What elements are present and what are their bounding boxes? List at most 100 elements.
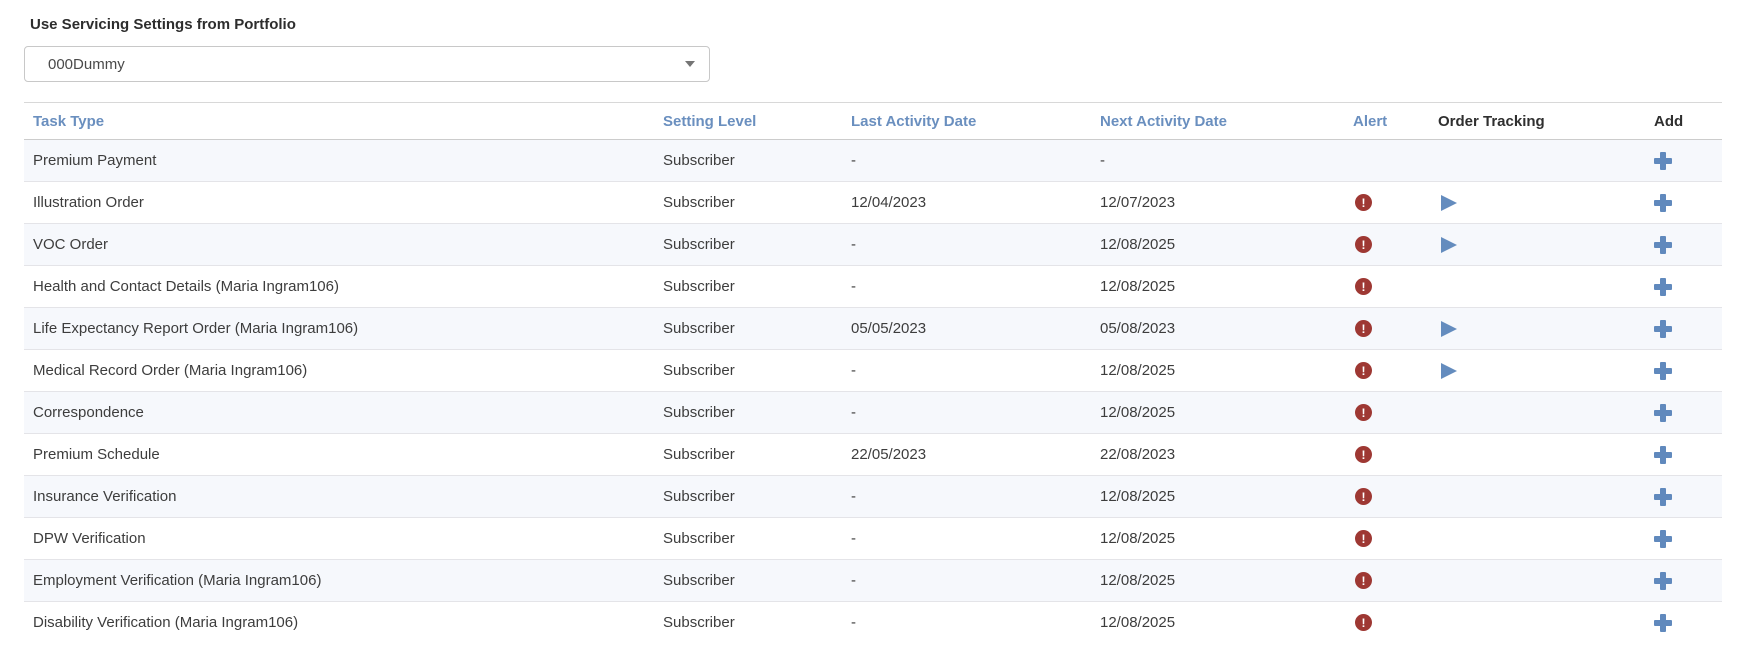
- alert-icon[interactable]: [1355, 572, 1372, 589]
- add-plus-icon[interactable]: [1654, 278, 1672, 296]
- alert-cell: [1353, 518, 1438, 559]
- plus-icon-vertical-bar: [1660, 236, 1666, 254]
- last-activity-date-cell: -: [851, 350, 1100, 391]
- setting-level-cell: Subscriber: [663, 266, 851, 307]
- column-header-setting-level[interactable]: Setting Level: [663, 103, 851, 139]
- add-plus-icon[interactable]: [1654, 320, 1672, 338]
- setting-level-cell: Subscriber: [663, 308, 851, 349]
- add-plus-icon[interactable]: [1654, 446, 1672, 464]
- setting-level-cell: Subscriber: [663, 182, 851, 223]
- table-row: VOC OrderSubscriber-12/08/2025: [24, 224, 1722, 266]
- alert-cell: [1353, 224, 1438, 265]
- alert-cell: [1353, 308, 1438, 349]
- task-type-cell: Premium Payment: [24, 140, 663, 181]
- next-activity-date-cell: 12/08/2025: [1100, 392, 1353, 433]
- column-header-task-type[interactable]: Task Type: [24, 103, 663, 139]
- column-header-next-activity-date[interactable]: Next Activity Date: [1100, 103, 1353, 139]
- order-tracking-cell: [1438, 182, 1654, 223]
- next-activity-date-cell: 12/08/2025: [1100, 224, 1353, 265]
- alert-icon[interactable]: [1355, 530, 1372, 547]
- add-plus-icon[interactable]: [1654, 530, 1672, 548]
- column-header-alert[interactable]: Alert: [1353, 103, 1438, 139]
- add-plus-icon[interactable]: [1654, 194, 1672, 212]
- add-plus-icon[interactable]: [1654, 362, 1672, 380]
- next-activity-date-cell: 12/08/2025: [1100, 518, 1353, 559]
- last-activity-date-cell: 05/05/2023: [851, 308, 1100, 349]
- alert-icon[interactable]: [1355, 320, 1372, 337]
- table-header-row: Task TypeSetting LevelLast Activity Date…: [24, 102, 1722, 140]
- alert-cell: [1353, 392, 1438, 433]
- plus-icon-vertical-bar: [1660, 530, 1666, 548]
- alert-icon[interactable]: [1355, 236, 1372, 253]
- alert-cell: [1353, 350, 1438, 391]
- chevron-down-icon: [685, 61, 695, 67]
- plus-icon-vertical-bar: [1660, 320, 1666, 338]
- task-settings-table: Task TypeSetting LevelLast Activity Date…: [24, 102, 1722, 643]
- add-plus-icon[interactable]: [1654, 614, 1672, 632]
- order-tracking-play-icon[interactable]: [1441, 321, 1457, 337]
- last-activity-date-cell: -: [851, 140, 1100, 181]
- task-type-cell: Life Expectancy Report Order (Maria Ingr…: [24, 308, 663, 349]
- setting-level-cell: Subscriber: [663, 224, 851, 265]
- task-type-cell: Illustration Order: [24, 182, 663, 223]
- plus-icon-vertical-bar: [1660, 614, 1666, 632]
- alert-icon[interactable]: [1355, 194, 1372, 211]
- add-plus-icon[interactable]: [1654, 152, 1672, 170]
- order-tracking-play-icon[interactable]: [1441, 195, 1457, 211]
- alert-cell: [1353, 140, 1438, 181]
- order-tracking-play-icon[interactable]: [1441, 237, 1457, 253]
- order-tracking-cell: [1438, 434, 1654, 475]
- last-activity-date-cell: -: [851, 518, 1100, 559]
- alert-cell: [1353, 182, 1438, 223]
- add-cell: [1654, 560, 1722, 601]
- alert-icon[interactable]: [1355, 278, 1372, 295]
- add-plus-icon[interactable]: [1654, 572, 1672, 590]
- add-plus-icon[interactable]: [1654, 236, 1672, 254]
- plus-icon-vertical-bar: [1660, 404, 1666, 422]
- next-activity-date-cell: 12/08/2025: [1100, 602, 1353, 643]
- alert-icon[interactable]: [1355, 446, 1372, 463]
- add-cell: [1654, 434, 1722, 475]
- last-activity-date-cell: 22/05/2023: [851, 434, 1100, 475]
- plus-icon-vertical-bar: [1660, 278, 1666, 296]
- plus-icon-vertical-bar: [1660, 194, 1666, 212]
- task-type-cell: DPW Verification: [24, 518, 663, 559]
- add-cell: [1654, 518, 1722, 559]
- table-body: Premium PaymentSubscriber--Illustration …: [24, 140, 1722, 643]
- table-row: Premium PaymentSubscriber--: [24, 140, 1722, 182]
- task-type-cell: Disability Verification (Maria Ingram106…: [24, 602, 663, 643]
- setting-level-cell: Subscriber: [663, 350, 851, 391]
- next-activity-date-cell: 05/08/2023: [1100, 308, 1353, 349]
- next-activity-date-cell: 12/08/2025: [1100, 560, 1353, 601]
- add-plus-icon[interactable]: [1654, 404, 1672, 422]
- task-type-cell: Premium Schedule: [24, 434, 663, 475]
- add-cell: [1654, 602, 1722, 643]
- next-activity-date-cell: 12/07/2023: [1100, 182, 1353, 223]
- alert-icon[interactable]: [1355, 404, 1372, 421]
- task-type-cell: Insurance Verification: [24, 476, 663, 517]
- column-header-last-activity-date[interactable]: Last Activity Date: [851, 103, 1100, 139]
- table-row: DPW VerificationSubscriber-12/08/2025: [24, 518, 1722, 560]
- order-tracking-cell: [1438, 308, 1654, 349]
- alert-icon[interactable]: [1355, 362, 1372, 379]
- add-cell: [1654, 266, 1722, 307]
- next-activity-date-cell: 12/08/2025: [1100, 476, 1353, 517]
- plus-icon-vertical-bar: [1660, 488, 1666, 506]
- order-tracking-cell: [1438, 476, 1654, 517]
- add-cell: [1654, 224, 1722, 265]
- last-activity-date-cell: -: [851, 392, 1100, 433]
- add-cell: [1654, 392, 1722, 433]
- last-activity-date-cell: -: [851, 266, 1100, 307]
- order-tracking-play-icon[interactable]: [1441, 363, 1457, 379]
- add-plus-icon[interactable]: [1654, 488, 1672, 506]
- portfolio-select[interactable]: 000Dummy: [24, 46, 710, 82]
- next-activity-date-cell: -: [1100, 140, 1353, 181]
- setting-level-cell: Subscriber: [663, 392, 851, 433]
- alert-icon[interactable]: [1355, 488, 1372, 505]
- alert-icon[interactable]: [1355, 614, 1372, 631]
- table-row: Health and Contact Details (Maria Ingram…: [24, 266, 1722, 308]
- plus-icon-vertical-bar: [1660, 152, 1666, 170]
- next-activity-date-cell: 22/08/2023: [1100, 434, 1353, 475]
- next-activity-date-cell: 12/08/2025: [1100, 266, 1353, 307]
- table-row: Premium ScheduleSubscriber22/05/202322/0…: [24, 434, 1722, 476]
